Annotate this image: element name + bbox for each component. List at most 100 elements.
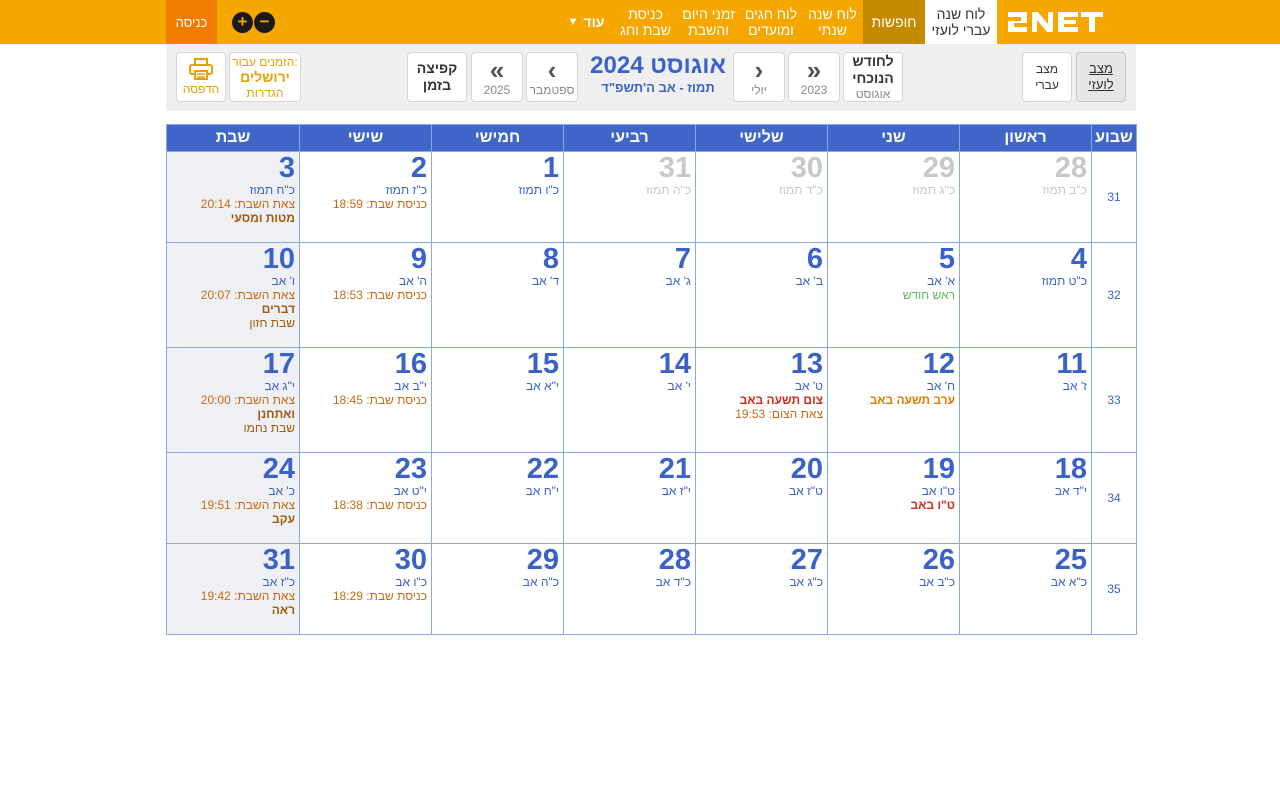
day-cell[interactable]: 3 כ"ח תמוז צאת השבת: 20:14 מטות ומסעי: [166, 151, 300, 243]
week-number[interactable]: 35: [1091, 543, 1137, 635]
previous-month-button[interactable]: › יולי: [733, 52, 785, 102]
print-button[interactable]: הדפסה: [176, 52, 226, 102]
header-tuesday: שלישי: [695, 124, 828, 152]
day-cell[interactable]: 14 י' אב: [563, 347, 696, 453]
hebrew-date: י' אב: [667, 379, 691, 393]
day-number: 25: [1054, 544, 1087, 576]
day-cell[interactable]: 8 ד' אב: [431, 242, 564, 348]
hebrew-date: כ' אב: [268, 484, 295, 498]
previous-year-button[interactable]: » 2023: [788, 52, 840, 102]
day-event[interactable]: דברים: [171, 302, 295, 316]
day-cell[interactable]: 30 כ"ד תמוז: [695, 151, 828, 243]
day-event: ראש חודש: [902, 288, 955, 302]
day-cell[interactable]: 30 כ"ו אב כניסת שבת: 18:29: [299, 543, 432, 635]
day-cell[interactable]: 9 ה' אב כניסת שבת: 18:53: [299, 242, 432, 348]
day-cell[interactable]: 2 כ"ז תמוז כניסת שבת: 18:59: [299, 151, 432, 243]
logo-icon: [1005, 6, 1125, 38]
nav-vacations[interactable]: חופשות: [863, 0, 925, 44]
hebrew-date: ו' אב: [271, 274, 295, 288]
hebrew-date: כ"א אב: [1050, 575, 1087, 589]
day-cell[interactable]: 11 ז' אב: [959, 347, 1092, 453]
day-cell[interactable]: 28 כ"ב תמוז: [959, 151, 1092, 243]
day-cell[interactable]: 13 ט' אב צום תשעה באב צאת הצום: 19:53: [695, 347, 828, 453]
day-cell[interactable]: 19 ט"ו אב ט"ו באב: [827, 452, 960, 544]
double-chevron-left-icon: «: [489, 55, 505, 85]
day-number: 31: [262, 544, 295, 576]
day-event[interactable]: ראה: [171, 603, 295, 617]
hebrew-mode-button[interactable]: מצב עברי: [1022, 52, 1072, 102]
day-number: 6: [806, 243, 823, 275]
day-cell[interactable]: 21 י"ז אב: [563, 452, 696, 544]
day-cell[interactable]: 16 י"ב אב כניסת שבת: 18:45: [299, 347, 432, 453]
day-event[interactable]: מטות ומסעי: [171, 211, 295, 225]
zoom-out-icon[interactable]: −: [254, 12, 275, 33]
header-friday: שישי: [299, 124, 432, 152]
top-navigation-bar: לוח שנה עברי לועזי חופשות לוח שנה שנתי לוח…: [0, 0, 1280, 44]
day-cell[interactable]: 25 כ"א אב: [959, 543, 1092, 635]
day-number: 16: [394, 348, 427, 380]
day-cell[interactable]: 26 כ"ב אב: [827, 543, 960, 635]
day-cell[interactable]: 6 ב' אב: [695, 242, 828, 348]
week-row: 31 28 כ"ב תמוז 29 כ"ג תמוז 30 כ"ד תמוז 31 כ"ה תמ…: [166, 151, 1137, 243]
nav-more-menu[interactable]: ▼ עוד: [560, 0, 612, 44]
day-cell[interactable]: 7 ג' אב: [563, 242, 696, 348]
day-cell[interactable]: 10 ו' אב צאת השבת: 20:07 דברים שבת חזון: [166, 242, 300, 348]
day-cell[interactable]: 17 י"ג אב צאת השבת: 20:00 ואתחנן שבת נחמו: [166, 347, 300, 453]
day-event[interactable]: עקב: [171, 512, 295, 526]
day-cell[interactable]: 15 י"א אב: [431, 347, 564, 453]
hebrew-date: כ"ג אב: [789, 575, 823, 589]
nav-daily-times[interactable]: זמני היום והשבת: [677, 0, 740, 44]
day-number: 22: [526, 453, 559, 485]
week-number[interactable]: 31: [1091, 151, 1137, 243]
hebrew-date: ט' אב: [794, 379, 823, 393]
day-event: צאת השבת: 20:14: [200, 197, 295, 211]
nav-yearly-calendar[interactable]: לוח שנה שנתי: [802, 0, 863, 44]
header-wednesday: רביעי: [563, 124, 696, 152]
day-cell[interactable]: 12 ח' אב ערב תשעה באב: [827, 347, 960, 453]
day-number: 9: [410, 243, 427, 275]
location-settings-button[interactable]: הזמנים עבור: ירושלים הגדרות: [229, 52, 301, 102]
day-cell[interactable]: 4 כ"ט תמוז: [959, 242, 1092, 348]
day-cell[interactable]: 18 י"ד אב: [959, 452, 1092, 544]
day-cell[interactable]: 27 כ"ג אב: [695, 543, 828, 635]
nav-hebrew-gregorian-calendar[interactable]: לוח שנה עברי לועזי: [925, 0, 997, 44]
hebrew-date: י"ח אב: [525, 484, 559, 498]
current-month-button[interactable]: לחודש הנוכחי אוגוסט: [843, 52, 903, 102]
header-sunday: ראשון: [959, 124, 1092, 152]
day-event: צאת השבת: 20:07: [200, 288, 295, 302]
day-number: 13: [790, 348, 823, 380]
next-month-button[interactable]: ‹ ספטמבר: [526, 52, 578, 102]
day-cell[interactable]: 24 כ' אב צאת השבת: 19:51 עקב: [166, 452, 300, 544]
day-cell[interactable]: 22 י"ח אב: [431, 452, 564, 544]
day-cell[interactable]: 23 י"ט אב כניסת שבת: 18:38: [299, 452, 432, 544]
day-cell[interactable]: 1 כ"ו תמוז: [431, 151, 564, 243]
hebrew-date: ג' אב: [665, 274, 691, 288]
header-thursday: חמישי: [431, 124, 564, 152]
day-cell[interactable]: 29 כ"ג תמוז: [827, 151, 960, 243]
login-button[interactable]: כניסה: [166, 0, 217, 44]
jump-in-time-button[interactable]: קפיצה בזמן: [407, 52, 467, 102]
day-event: צאת הצום: 19:53: [735, 407, 823, 421]
week-number[interactable]: 32: [1091, 242, 1137, 348]
week-number[interactable]: 34: [1091, 452, 1137, 544]
day-cell[interactable]: 5 א' אב ראש חודש: [827, 242, 960, 348]
day-cell[interactable]: 31 כ"ה תמוז: [563, 151, 696, 243]
month-calendar-grid: שבוע ראשון שני שלישי רביעי חמישי שישי שב…: [166, 124, 1137, 635]
day-number: 28: [1054, 152, 1087, 184]
nav-holidays-calendar[interactable]: לוח חגים ומועדים: [740, 0, 802, 44]
day-number: 4: [1070, 243, 1087, 275]
zoom-in-icon[interactable]: +: [232, 12, 253, 33]
nav-shabbat-times[interactable]: כניסת שבת וחג: [614, 0, 677, 44]
day-cell[interactable]: 20 ט"ז אב: [695, 452, 828, 544]
gregorian-mode-button[interactable]: מצב לועזי: [1076, 52, 1126, 102]
day-event[interactable]: ואתחנן: [171, 407, 295, 421]
day-cell[interactable]: 28 כ"ד אב: [563, 543, 696, 635]
day-number: 15: [526, 348, 559, 380]
site-logo[interactable]: [997, 0, 1158, 44]
next-year-button[interactable]: « 2025: [471, 52, 523, 102]
week-number[interactable]: 33: [1091, 347, 1137, 453]
day-cell[interactable]: 31 כ"ז אב צאת השבת: 19:42 ראה: [166, 543, 300, 635]
hebrew-date: ח' אב: [926, 379, 955, 393]
day-cell[interactable]: 29 כ"ה אב: [431, 543, 564, 635]
hebrew-date: כ"ד תמוז: [778, 183, 823, 197]
